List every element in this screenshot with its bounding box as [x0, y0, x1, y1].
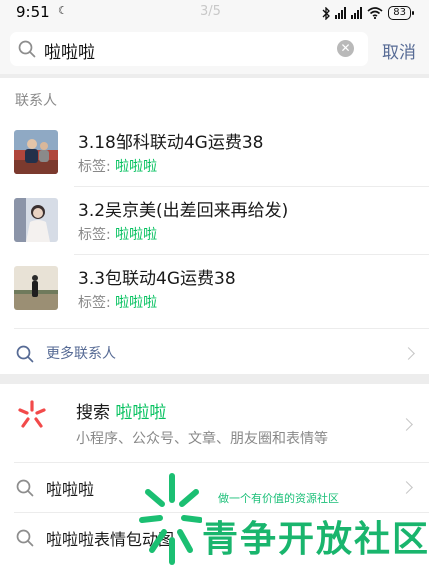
contact-item[interactable]: 3.2吴京美(出差回来再给发) 标签: 啦啦啦	[0, 186, 429, 254]
battery-icon: 83	[388, 6, 414, 20]
bluetooth-icon	[322, 6, 331, 20]
avatar	[14, 130, 58, 174]
section-title-contacts: 联系人	[15, 93, 57, 109]
more-contacts-button[interactable]: 更多联系人	[0, 332, 429, 374]
contact-item[interactable]: 3.3包联动4G运费38 标签: 啦啦啦	[0, 254, 429, 322]
wifi-icon	[367, 7, 383, 19]
signal-icon	[335, 7, 347, 19]
contacts-section: 联系人 3.18邹科联动4G运费38 标签: 啦啦啦 3.2吴京美(出差回来再给…	[0, 78, 429, 374]
status-icons: 83	[322, 5, 414, 21]
clear-icon[interactable]: ✕	[337, 40, 354, 57]
contact-tag: 标签: 啦啦啦	[78, 227, 158, 243]
chevron-right-icon	[400, 481, 413, 494]
divider	[14, 512, 429, 513]
search-suggestion-item[interactable]: 啦啦啦表情包动图	[0, 514, 429, 562]
divider	[14, 328, 429, 329]
signal-icon-2	[351, 7, 363, 19]
status-bar: 9:51 ☾ 3/5 83	[0, 0, 429, 26]
divider	[14, 462, 429, 463]
search-icon	[18, 40, 36, 58]
contact-name: 3.2吴京美(出差回来再给发)	[78, 201, 289, 221]
chevron-right-icon	[400, 418, 413, 431]
search-icon	[16, 529, 34, 551]
contact-tag: 标签: 啦啦啦	[78, 159, 158, 175]
sousuo-logo-icon	[18, 400, 46, 430]
cancel-button[interactable]: 取消	[382, 38, 416, 63]
do-not-disturb-icon: ☾	[58, 4, 68, 17]
more-contacts-label: 更多联系人	[46, 346, 116, 362]
search-icon	[16, 479, 34, 501]
avatar	[14, 198, 58, 242]
chevron-right-icon	[402, 347, 415, 360]
contact-tag: 标签: 啦啦啦	[78, 295, 158, 311]
search-web-row[interactable]: 搜索 啦啦啦 小程序、公众号、文章、朋友圈和表情等	[0, 384, 429, 462]
avatar	[14, 266, 58, 310]
search-box[interactable]: 啦啦啦 ✕	[10, 32, 368, 66]
suggestion-label: 啦啦啦	[46, 480, 95, 499]
search-icon	[16, 345, 34, 363]
suggestion-label: 啦啦啦表情包动图	[46, 530, 175, 549]
web-search-section: 搜索 啦啦啦 小程序、公众号、文章、朋友圈和表情等 啦啦啦 啦啦啦表情包动图	[0, 384, 429, 569]
search-input[interactable]: 啦啦啦	[44, 38, 95, 63]
contact-name: 3.18邹科联动4G运费38	[78, 133, 264, 153]
contact-item[interactable]: 3.18邹科联动4G运费38 标签: 啦啦啦	[0, 118, 429, 186]
page-indicator: 3/5	[200, 4, 221, 19]
status-time: 9:51	[16, 3, 50, 21]
web-search-title: 搜索 啦啦啦	[76, 403, 167, 423]
web-search-subtitle: 小程序、公众号、文章、朋友圈和表情等	[76, 431, 328, 447]
search-header: 啦啦啦 ✕ 取消	[0, 26, 429, 74]
search-suggestion-item[interactable]: 啦啦啦	[0, 464, 429, 512]
contact-name: 3.3包联动4G运费38	[78, 269, 236, 289]
